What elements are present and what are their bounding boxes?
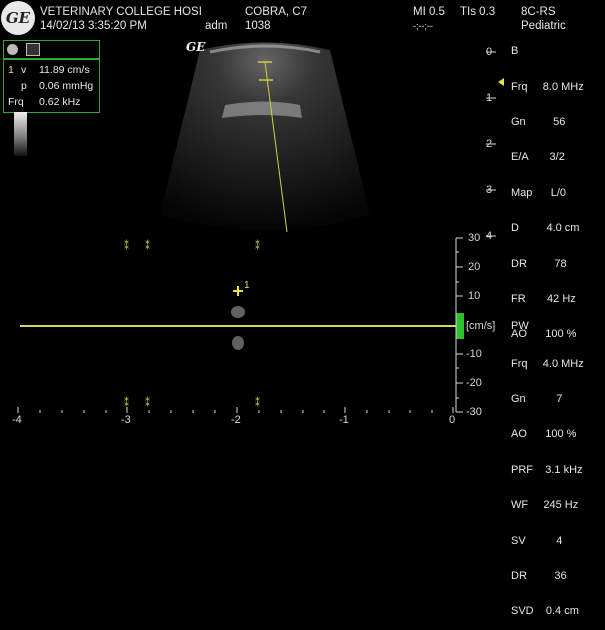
pw-param: Gn 7	[511, 392, 563, 405]
depth-label-1: 1	[486, 92, 493, 104]
trigger-marker: ⁑	[145, 397, 150, 409]
pw-param: DR 36	[511, 569, 567, 582]
pw-mode-label: PW	[511, 320, 529, 332]
trigger-marker: ⁑	[124, 240, 129, 252]
baseline-handle	[456, 313, 464, 339]
velocity-tick: -10	[466, 348, 482, 360]
b-mode-params: Frq 8.0 MHz Gn 56 E/A 3/2 Map L/0 D 4.0 …	[511, 58, 584, 353]
velocity-tick: 20	[468, 261, 481, 273]
trigger-marker: ⁑	[145, 240, 150, 252]
image-watermark-logo: GE	[186, 40, 206, 54]
time-label: -2	[231, 414, 241, 426]
cursor-index: 1	[244, 280, 250, 291]
velocity-unit: [cm/s]	[466, 320, 496, 332]
pw-mode-params: Frq 4.0 MHz Gn 7 AO 100 % PRF 3.1 kHz WF…	[511, 335, 584, 630]
velocity-tick: -20	[466, 377, 482, 389]
b-param: E/A 3/2	[511, 151, 565, 164]
velocity-cursor	[233, 286, 243, 296]
b-param: D 4.0 cm	[511, 222, 580, 235]
velocity-tick: 10	[468, 290, 481, 302]
trigger-marker: ⁑	[124, 397, 129, 409]
pw-param: SV 4	[511, 534, 563, 547]
pw-param: SVD 0.4 cm	[511, 605, 579, 618]
b-mode-label: B	[511, 45, 519, 57]
pw-param: Frq 4.0 MHz	[511, 357, 584, 370]
pw-param: WF 245 Hz	[511, 499, 579, 512]
pw-param: AO 100 %	[511, 428, 577, 441]
velocity-tick: -30	[466, 406, 482, 418]
focus-marker	[498, 78, 504, 86]
spectrum-signal-upper	[231, 306, 245, 318]
b-param: Map L/0	[511, 186, 567, 199]
depth-label-2: 2	[486, 138, 493, 150]
time-label: -4	[12, 414, 22, 426]
pw-param: PRF 3.1 kHz	[511, 463, 583, 476]
spectrum-signal-lower	[232, 336, 244, 350]
depth-label-0: 0	[486, 46, 493, 58]
b-param: DR 78	[511, 257, 567, 270]
time-label: -3	[121, 414, 131, 426]
b-param: Gn 56	[511, 115, 566, 128]
velocity-tick: 30	[468, 232, 481, 244]
time-label: 0	[449, 414, 456, 426]
time-label: -1	[339, 414, 349, 426]
trigger-marker: ⁑	[255, 397, 260, 409]
depth-label-3: 3	[486, 184, 493, 196]
b-param: Frq 8.0 MHz	[511, 80, 584, 93]
trigger-marker: ⁑	[255, 240, 260, 252]
b-mode-sector	[160, 42, 370, 230]
b-param: FR 42 Hz	[511, 292, 576, 305]
depth-label-4: 4	[486, 230, 493, 242]
